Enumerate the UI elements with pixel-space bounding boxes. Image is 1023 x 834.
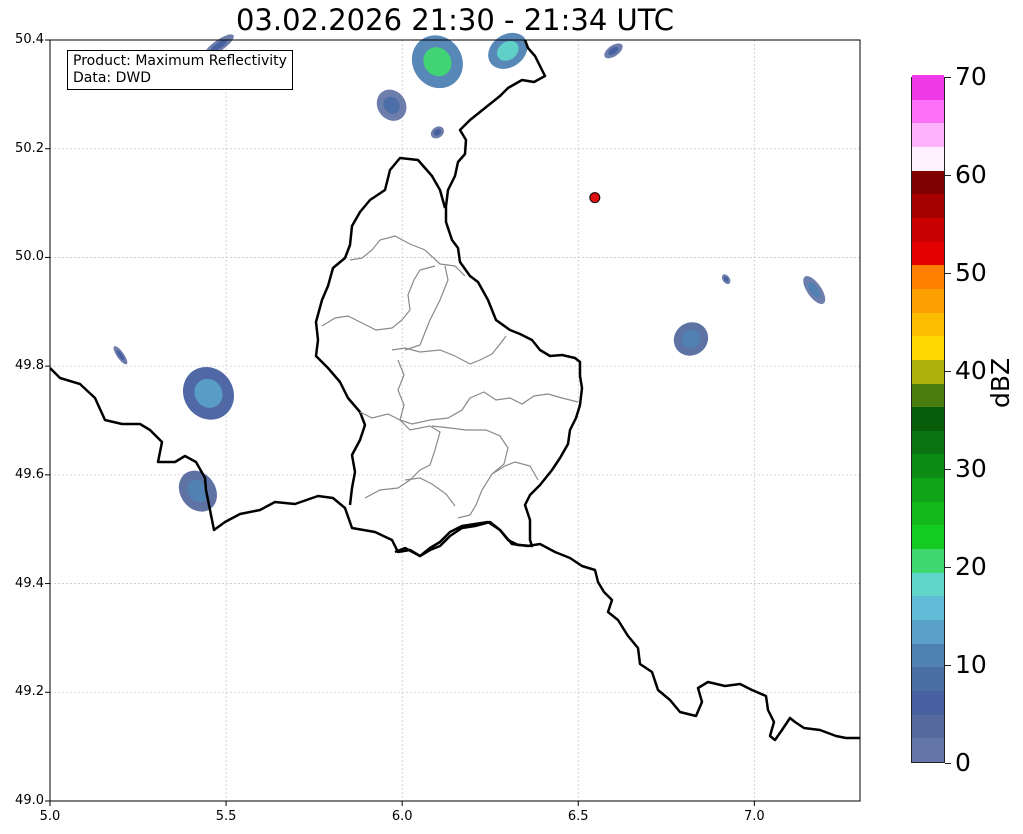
y-tick-label: 49.2 — [15, 684, 44, 700]
grid-lines — [45, 39, 860, 806]
colorbar-segment — [912, 241, 944, 266]
reflectivity-echoes — [113, 32, 826, 512]
location-marker — [589, 192, 601, 204]
x-tick-label: 5.0 — [39, 809, 61, 824]
colorbar-segment — [912, 146, 944, 171]
info-box: Product: Maximum Reflectivity Data: DWD — [67, 50, 293, 90]
colorbar-tick-label: 50 — [955, 258, 987, 287]
colorbar-segment — [912, 430, 944, 455]
y-tick-label: 49.4 — [15, 575, 44, 591]
x-tick-label: 5.5 — [215, 809, 237, 824]
colorbar-segment — [912, 122, 944, 147]
district-border-line — [359, 411, 441, 499]
colorbar-segment — [912, 335, 944, 360]
colorbar-tick-label: 0 — [955, 748, 971, 777]
district-border-line — [404, 265, 449, 351]
colorbar-segment — [912, 524, 944, 550]
echo-cell — [376, 89, 407, 121]
colorbar-tick-mark — [945, 77, 951, 78]
y-tick-label: 50.4 — [15, 32, 44, 47]
colorbar-segment — [912, 288, 944, 313]
colorbar-segment — [912, 193, 944, 218]
colorbar-tick-label: 70 — [955, 62, 987, 91]
colorbar-tick-mark — [945, 175, 951, 176]
colorbar-tick-label: 20 — [955, 552, 987, 581]
country-borders — [49, 39, 860, 742]
district-border-line — [391, 335, 507, 365]
colorbar-tick-label: 30 — [955, 454, 987, 483]
colorbar-tick-mark — [945, 665, 951, 666]
echo-cell — [488, 32, 528, 69]
colorbar-segment — [912, 264, 944, 289]
colorbar-segment — [912, 453, 944, 479]
colorbar-tick-label: 40 — [955, 356, 987, 385]
district-border-line — [349, 235, 466, 277]
country-border-line — [49, 367, 860, 742]
district-border-line — [397, 359, 579, 425]
colorbar-segment — [912, 595, 944, 621]
data-source-label: Data: DWD — [73, 70, 151, 86]
colorbar-segment — [912, 75, 944, 100]
colorbar-tick-mark — [945, 763, 951, 764]
colorbar-tick-mark — [945, 371, 951, 372]
colorbar-tick-label: 60 — [955, 160, 987, 189]
colorbar-segment — [912, 619, 944, 644]
colorbar-segment — [912, 666, 944, 692]
plot-frame — [49, 39, 861, 802]
echo-cell — [803, 276, 826, 304]
colorbar-segment — [912, 359, 944, 384]
colorbar-segment — [912, 643, 944, 668]
colorbar-segment — [912, 572, 944, 597]
echo-cell — [113, 346, 128, 365]
y-tick-label: 49.8 — [15, 358, 44, 374]
colorbar-segment — [912, 501, 944, 526]
colorbar-segment — [912, 170, 944, 195]
radar-map[interactable] — [0, 0, 1023, 834]
colorbar-segment — [912, 406, 944, 431]
echo-cell — [411, 35, 463, 89]
district-border-line — [404, 477, 456, 507]
x-tick-label: 6.0 — [391, 809, 413, 824]
echo-cell — [721, 274, 731, 285]
colorbar — [911, 75, 945, 763]
x-tick-label: 7.0 — [744, 809, 765, 824]
colorbar-tick-mark — [945, 469, 951, 470]
colorbar-tick-label: 10 — [955, 650, 987, 679]
colorbar-segment — [912, 548, 944, 573]
colorbar-segment — [912, 311, 944, 337]
y-tick-label: 49.0 — [15, 793, 44, 808]
colorbar-segment — [912, 382, 944, 408]
colorbar-segment — [912, 737, 944, 762]
colorbar-tick-mark — [945, 273, 951, 274]
y-tick-label: 50.0 — [15, 249, 44, 265]
echo-cell — [604, 43, 623, 59]
colorbar-segment — [912, 99, 944, 124]
product-label: Product: Maximum Reflectivity — [73, 53, 287, 69]
y-tick-label: 50.2 — [15, 140, 44, 156]
colorbar-tick-mark — [945, 567, 951, 568]
colorbar-segment — [912, 217, 944, 242]
district-border-line — [431, 425, 509, 519]
district-border-line — [491, 461, 539, 481]
x-tick-label: 6.5 — [567, 809, 589, 824]
colorbar-segment — [912, 477, 944, 502]
echo-cell — [182, 366, 234, 420]
y-tick-label: 49.6 — [15, 466, 44, 482]
colorbar-label: dBZ — [986, 357, 1015, 408]
location-marker-dot — [589, 192, 601, 204]
echo-cell — [178, 470, 217, 512]
echo-cell — [673, 322, 709, 356]
colorbar-segment — [912, 690, 944, 715]
district-border-line — [321, 265, 436, 331]
colorbar-segment — [912, 714, 944, 739]
echo-cell — [430, 126, 444, 139]
